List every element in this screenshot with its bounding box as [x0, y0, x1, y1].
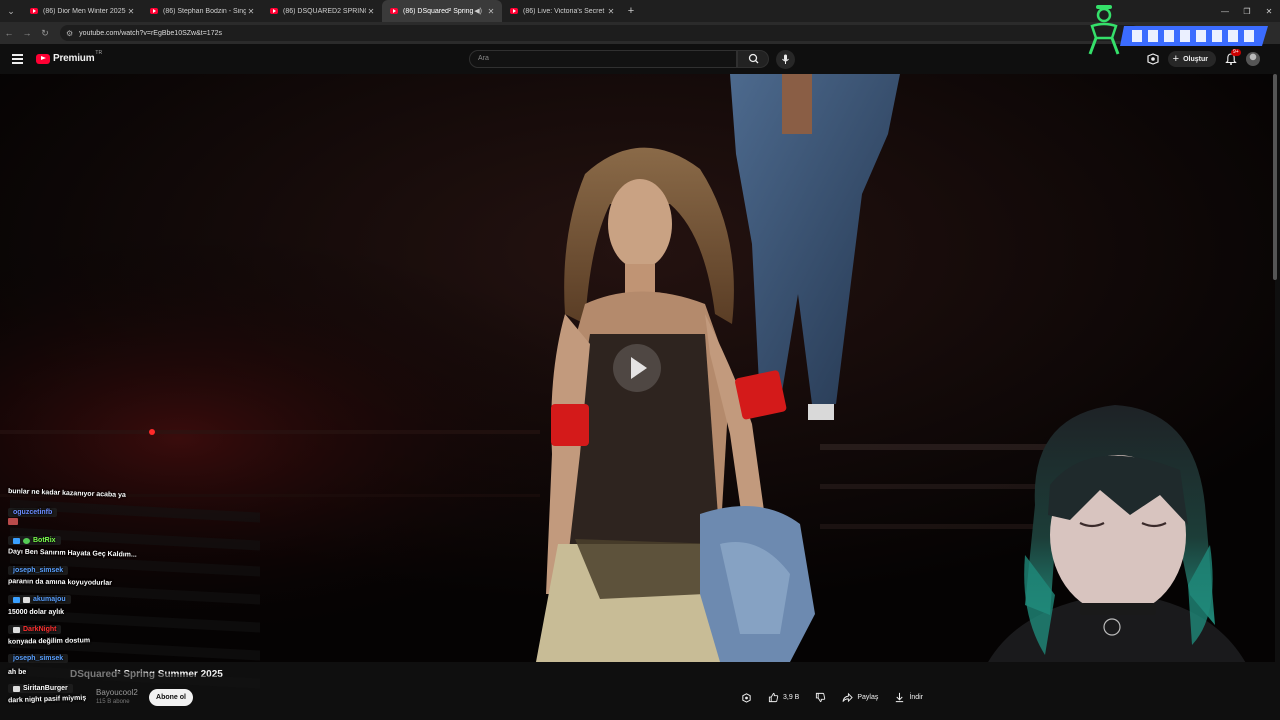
search-button[interactable]	[737, 50, 769, 68]
chat-text: konyada değilim dostum	[7, 637, 91, 646]
chat-username: joseph_simsek	[8, 654, 69, 663]
chat-username-text: oguzcetinfb	[13, 509, 53, 516]
logo-text: Premium	[53, 53, 95, 64]
chat-text: 15000 dolar aylık	[8, 609, 65, 616]
subscriber-count: 115 B abone	[96, 699, 130, 705]
chat-username-text: DarkNight	[23, 626, 57, 633]
youtube-favicon-icon	[510, 8, 518, 14]
voice-search-button[interactable]	[776, 50, 795, 69]
download-label: İndir	[909, 693, 923, 701]
youtube-favicon-icon	[390, 8, 398, 14]
cast-icon	[742, 692, 751, 703]
reload-icon[interactable]: ↻	[36, 22, 54, 44]
chat-message: konyada değilim dostum	[8, 637, 90, 645]
tab-close-icon[interactable]: ✕	[246, 7, 256, 16]
video-actions: 3,9 B Paylaş İndir	[736, 688, 928, 706]
dislike-button[interactable]	[810, 688, 831, 706]
chat-username: joseph_simsek	[8, 566, 69, 575]
browser-tab[interactable]: (86) Dior Men Winter 2025-2026 ✕	[22, 0, 142, 22]
chat-text: ah be	[8, 669, 27, 676]
browser-tab-active[interactable]: (86) DSquared² Spring Summer ◀) ✕	[382, 0, 502, 22]
audio-playing-icon[interactable]: ◀)	[474, 7, 482, 15]
chat-username: akumajou	[8, 595, 71, 604]
share-button[interactable]: Paylaş	[837, 688, 883, 706]
subscribe-button[interactable]: Abone ol	[149, 689, 193, 706]
tab-title: (86) Stephan Bodzin - Singularity	[163, 7, 246, 15]
chat-username: BotRix	[8, 536, 61, 545]
tab-title: (86) Live: Victoria's Secret Fashion	[523, 7, 606, 15]
streamer-logo	[1088, 5, 1268, 55]
chat-message: ah be	[8, 669, 26, 676]
chat-message: akumajou	[8, 595, 75, 605]
chat-username: SiritanBurger	[8, 684, 73, 693]
chat-message: oguzcetinfb	[8, 508, 61, 517]
download-icon	[896, 692, 904, 702]
search-icon	[748, 53, 759, 64]
sub-badge-icon	[23, 596, 30, 603]
tab-close-icon[interactable]: ✕	[126, 7, 136, 16]
chat-username-text: joseph_simsek	[13, 655, 64, 662]
search-input[interactable]: Ara	[469, 50, 737, 68]
bot-badge-icon	[23, 537, 30, 544]
site-info-icon[interactable]: ⚙	[66, 29, 73, 38]
channel-name[interactable]: Bayoucool2	[96, 688, 138, 697]
url-text: youtube.com/watch?v=rEgBbe10SZw&t=172s	[79, 29, 222, 37]
browser-tab[interactable]: (86) Live: Victoria's Secret Fashion ✕	[502, 0, 622, 22]
sub-badge-icon	[13, 626, 20, 633]
chat-username-text: SiritanBurger	[23, 685, 68, 692]
emote-icon	[8, 518, 18, 525]
tab-search-button[interactable]: ⌄	[0, 0, 22, 22]
thumbs-down-icon	[816, 692, 826, 702]
chat-username-text: joseph_simsek	[13, 567, 64, 574]
badge-icon	[13, 537, 20, 544]
browser-tab[interactable]: (86) DSQUARED2 SPRING SUMMER ✕	[262, 0, 382, 22]
youtube-play-logo-icon	[36, 53, 50, 64]
youtube-logo[interactable]: Premium TR	[36, 49, 103, 64]
chat-message: DarkNight	[8, 625, 65, 635]
play-icon[interactable]	[613, 344, 661, 392]
tab-title: (86) DSquared² Spring Summer	[403, 7, 474, 15]
tab-close-icon[interactable]: ✕	[486, 7, 496, 16]
cast-button[interactable]	[736, 688, 757, 706]
url-field[interactable]: ⚙ youtube.com/watch?v=rEgBbe10SZw&t=172s	[60, 25, 1140, 41]
page-scrollbar[interactable]	[1273, 74, 1277, 280]
chat-emote	[8, 518, 21, 527]
new-tab-button[interactable]: +	[622, 5, 640, 17]
chat-username: oguzcetinfb	[8, 508, 58, 517]
back-icon[interactable]: ←	[0, 22, 18, 44]
sub-badge-icon	[13, 685, 20, 692]
chat-message: joseph_simsek	[8, 654, 72, 663]
forward-icon[interactable]: →	[18, 22, 36, 44]
youtube-favicon-icon	[30, 8, 38, 14]
chat-message: BotRix	[8, 536, 65, 546]
tab-title: (86) Dior Men Winter 2025-2026	[43, 7, 126, 15]
browser-tab[interactable]: (86) Stephan Bodzin - Singularity ✕	[142, 0, 262, 22]
youtube-favicon-icon	[270, 8, 278, 14]
screen: ⌄ (86) Dior Men Winter 2025-2026 ✕ (86) …	[0, 0, 1280, 720]
download-button[interactable]: İndir	[889, 688, 928, 706]
chat-message: 15000 dolar aylık	[8, 609, 64, 616]
chat-message: joseph_simsek	[8, 566, 72, 575]
chat-username: DarkNight	[8, 625, 62, 634]
share-label: Paylaş	[857, 693, 879, 701]
like-count: 3,9 B	[783, 693, 800, 701]
share-icon	[842, 692, 854, 702]
tab-title: (86) DSQUARED2 SPRING SUMMER	[283, 7, 366, 15]
chat-message: SiritanBurger	[8, 684, 77, 694]
thumbs-up-icon	[768, 692, 779, 702]
country-code: TR	[95, 49, 103, 56]
youtube-favicon-icon	[150, 8, 158, 14]
chat-username-text: akumajou	[33, 596, 66, 603]
tab-close-icon[interactable]: ✕	[366, 7, 376, 16]
tab-close-icon[interactable]: ✕	[606, 7, 616, 16]
chat-username-text: BotRix	[33, 537, 56, 544]
mic-icon	[782, 54, 789, 64]
badge-icon	[13, 596, 20, 603]
menu-icon[interactable]	[12, 54, 23, 64]
like-button[interactable]: 3,9 B	[763, 688, 804, 706]
